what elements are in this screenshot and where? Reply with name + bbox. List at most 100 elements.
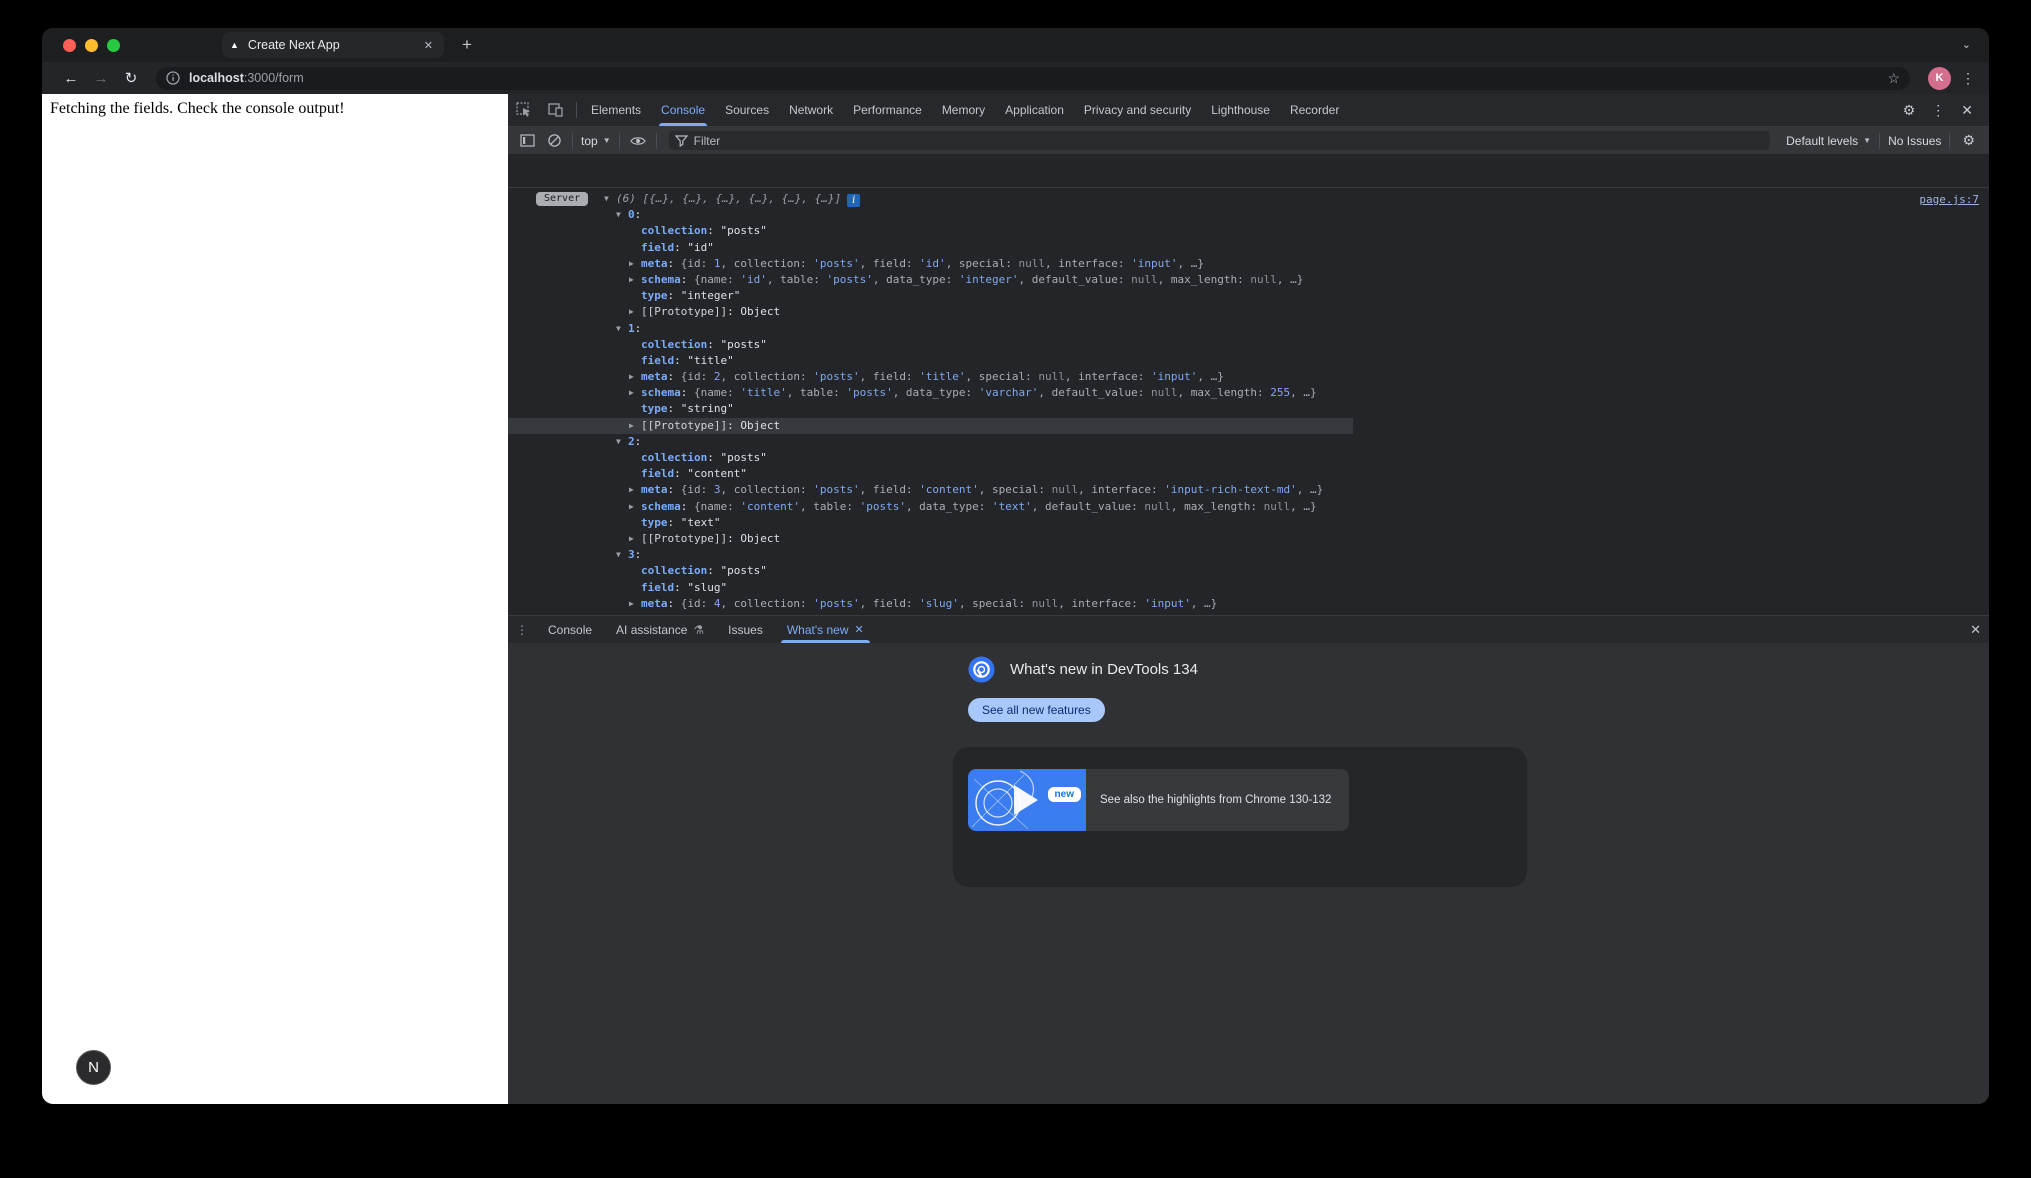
- console-filter-input[interactable]: Filter: [669, 131, 1771, 150]
- console-index-row: ▼2:: [508, 434, 1989, 450]
- collapsed-triangle-icon[interactable]: ▶: [629, 531, 641, 547]
- vercel-triangle-icon: ▲: [230, 40, 239, 50]
- collapsed-triangle-icon[interactable]: ▶: [629, 304, 641, 320]
- divider: [1949, 133, 1950, 149]
- new-tab-button[interactable]: +: [462, 35, 472, 55]
- drawer-tab-whats-new[interactable]: What's new✕: [775, 616, 876, 643]
- collapsed-triangle-icon[interactable]: ▶: [629, 482, 641, 498]
- console-object-row: ▶schema: {name: 'content', table: 'posts…: [508, 499, 1989, 515]
- console-object-row: ▶meta: {id: 4, collection: 'posts', fiel…: [508, 596, 1989, 612]
- collapsed-triangle-icon[interactable]: ▶: [629, 499, 641, 515]
- tab-performance[interactable]: Performance: [843, 94, 932, 126]
- divider: [656, 133, 657, 149]
- info-badge-icon[interactable]: i: [847, 194, 860, 207]
- site-info-icon[interactable]: [166, 71, 180, 85]
- divider: [572, 133, 573, 149]
- js-context-selector[interactable]: top▼: [577, 134, 615, 148]
- tab-application[interactable]: Application: [995, 94, 1074, 126]
- back-icon[interactable]: ←: [56, 70, 86, 87]
- console-property-row: collection: "posts": [508, 223, 1989, 239]
- tab-strip: ▲ Create Next App ✕ + ⌄: [42, 28, 1989, 62]
- highlights-video-link[interactable]: new See also the highlights from Chrome …: [968, 769, 1349, 831]
- console-property-row: type: "string": [508, 401, 1989, 417]
- inspect-element-icon[interactable]: [508, 102, 540, 118]
- console-object-row: ▶meta: {id: 3, collection: 'posts', fiel…: [508, 482, 1989, 498]
- drawer-tab-ai-assistance[interactable]: AI assistance⚗: [604, 616, 716, 643]
- console-property-row: field: "title": [508, 353, 1989, 369]
- devtools-menu-icon[interactable]: ⋮: [1923, 102, 1953, 119]
- live-expression-eye-icon[interactable]: [624, 135, 652, 147]
- tab-sources[interactable]: Sources: [715, 94, 779, 126]
- expand-triangle-icon[interactable]: ▼: [604, 191, 616, 207]
- console-prototype-row: ▶[[Prototype]]: Object: [508, 304, 1989, 320]
- collapsed-triangle-icon[interactable]: ▶: [629, 596, 641, 612]
- issues-counter[interactable]: No Issues: [1884, 134, 1945, 148]
- forward-icon[interactable]: →: [86, 70, 116, 87]
- minimize-window-button[interactable]: [85, 39, 98, 52]
- drawer-close-icon[interactable]: ✕: [1970, 622, 1981, 638]
- console-property-row: type: "integer": [508, 288, 1989, 304]
- array-preview: (6) [{…}, {…}, {…}, {…}, {…}, {…}]: [616, 192, 841, 205]
- url-text: localhost:3000/form: [189, 71, 304, 85]
- default-levels-dropdown[interactable]: Default levels▼: [1782, 134, 1875, 148]
- expanded-triangle-icon[interactable]: ▼: [616, 207, 628, 223]
- bookmark-star-icon[interactable]: ☆: [1887, 70, 1900, 87]
- tab-memory[interactable]: Memory: [932, 94, 995, 126]
- expanded-triangle-icon[interactable]: ▼: [616, 434, 628, 450]
- devtools-close-icon[interactable]: ✕: [1953, 102, 1981, 119]
- collapsed-triangle-icon[interactable]: ▶: [629, 256, 641, 272]
- console-property-row: field: "id": [508, 240, 1989, 256]
- device-toolbar-icon[interactable]: [540, 102, 572, 118]
- tab-close-icon[interactable]: ✕: [421, 39, 436, 52]
- console-property-row: type: "text": [508, 515, 1989, 531]
- devtools-settings-gear-icon[interactable]: ⚙: [1895, 102, 1924, 119]
- expanded-triangle-icon[interactable]: ▼: [616, 547, 628, 563]
- page-viewport: Fetching the fields. Check the console o…: [42, 94, 508, 1104]
- collapsed-triangle-icon[interactable]: ▶: [629, 272, 641, 288]
- drawer-menu-icon[interactable]: ⋮: [508, 623, 536, 637]
- console-prototype-row: ▶[[Prototype]]: Object: [508, 531, 1989, 547]
- expanded-triangle-icon[interactable]: ▼: [616, 321, 628, 337]
- profile-avatar[interactable]: K: [1928, 67, 1951, 90]
- console-object-row: ▶meta: {id: 2, collection: 'posts', fiel…: [508, 369, 1989, 385]
- collapsed-triangle-icon[interactable]: ▶: [629, 418, 641, 434]
- clear-console-icon[interactable]: [541, 133, 568, 148]
- drawer-tab-console[interactable]: Console: [536, 616, 604, 643]
- console-settings-gear-icon[interactable]: ⚙: [1954, 132, 1983, 149]
- address-bar[interactable]: localhost:3000/form ☆: [156, 67, 1910, 90]
- tab-elements[interactable]: Elements: [581, 94, 651, 126]
- console-property-row: collection: "posts": [508, 337, 1989, 353]
- divider: [576, 102, 577, 118]
- tab-search-chevron-icon[interactable]: ⌄: [1962, 38, 1971, 51]
- reload-icon[interactable]: ↻: [116, 69, 146, 87]
- tab-privacy-security[interactable]: Privacy and security: [1074, 94, 1201, 126]
- browser-menu-icon[interactable]: ⋮: [1961, 70, 1975, 87]
- console-index-row: ▼0:: [508, 207, 1989, 223]
- drawer-tabbar: ⋮ Console AI assistance⚗ Issues What's n…: [508, 615, 1989, 643]
- nextjs-devtools-button[interactable]: N: [76, 1050, 111, 1085]
- collapsed-triangle-icon[interactable]: ▶: [629, 369, 641, 385]
- divider: [619, 133, 620, 149]
- devtools-tabbar: Elements Console Sources Network Perform…: [508, 94, 1989, 127]
- tab-console[interactable]: Console: [651, 94, 715, 126]
- drawer-tab-close-icon[interactable]: ✕: [855, 623, 864, 636]
- console-sidebar-icon[interactable]: [514, 133, 541, 148]
- page-body-text: Fetching the fields. Check the console o…: [50, 100, 345, 118]
- collapsed-triangle-icon[interactable]: ▶: [629, 385, 641, 401]
- tab-network[interactable]: Network: [779, 94, 843, 126]
- zoom-window-button[interactable]: [107, 39, 120, 52]
- filter-placeholder: Filter: [694, 134, 721, 148]
- source-link[interactable]: page.js:7: [1919, 192, 1979, 208]
- tab-lighthouse[interactable]: Lighthouse: [1201, 94, 1280, 126]
- browser-window: ▲ Create Next App ✕ + ⌄ ← → ↻ localhost:…: [42, 28, 1989, 1104]
- console-index-row: ▼1:: [508, 321, 1989, 337]
- drawer-tab-issues[interactable]: Issues: [716, 616, 775, 643]
- devtools-logo-icon: [968, 656, 995, 683]
- tab-recorder[interactable]: Recorder: [1280, 94, 1349, 126]
- close-window-button[interactable]: [63, 39, 76, 52]
- console-property-row: field: "slug": [508, 580, 1989, 596]
- console-property-row: collection: "posts": [508, 450, 1989, 466]
- highlights-card: new See also the highlights from Chrome …: [953, 747, 1527, 887]
- browser-tab[interactable]: ▲ Create Next App ✕: [222, 32, 444, 58]
- see-all-features-button[interactable]: See all new features: [968, 698, 1105, 722]
